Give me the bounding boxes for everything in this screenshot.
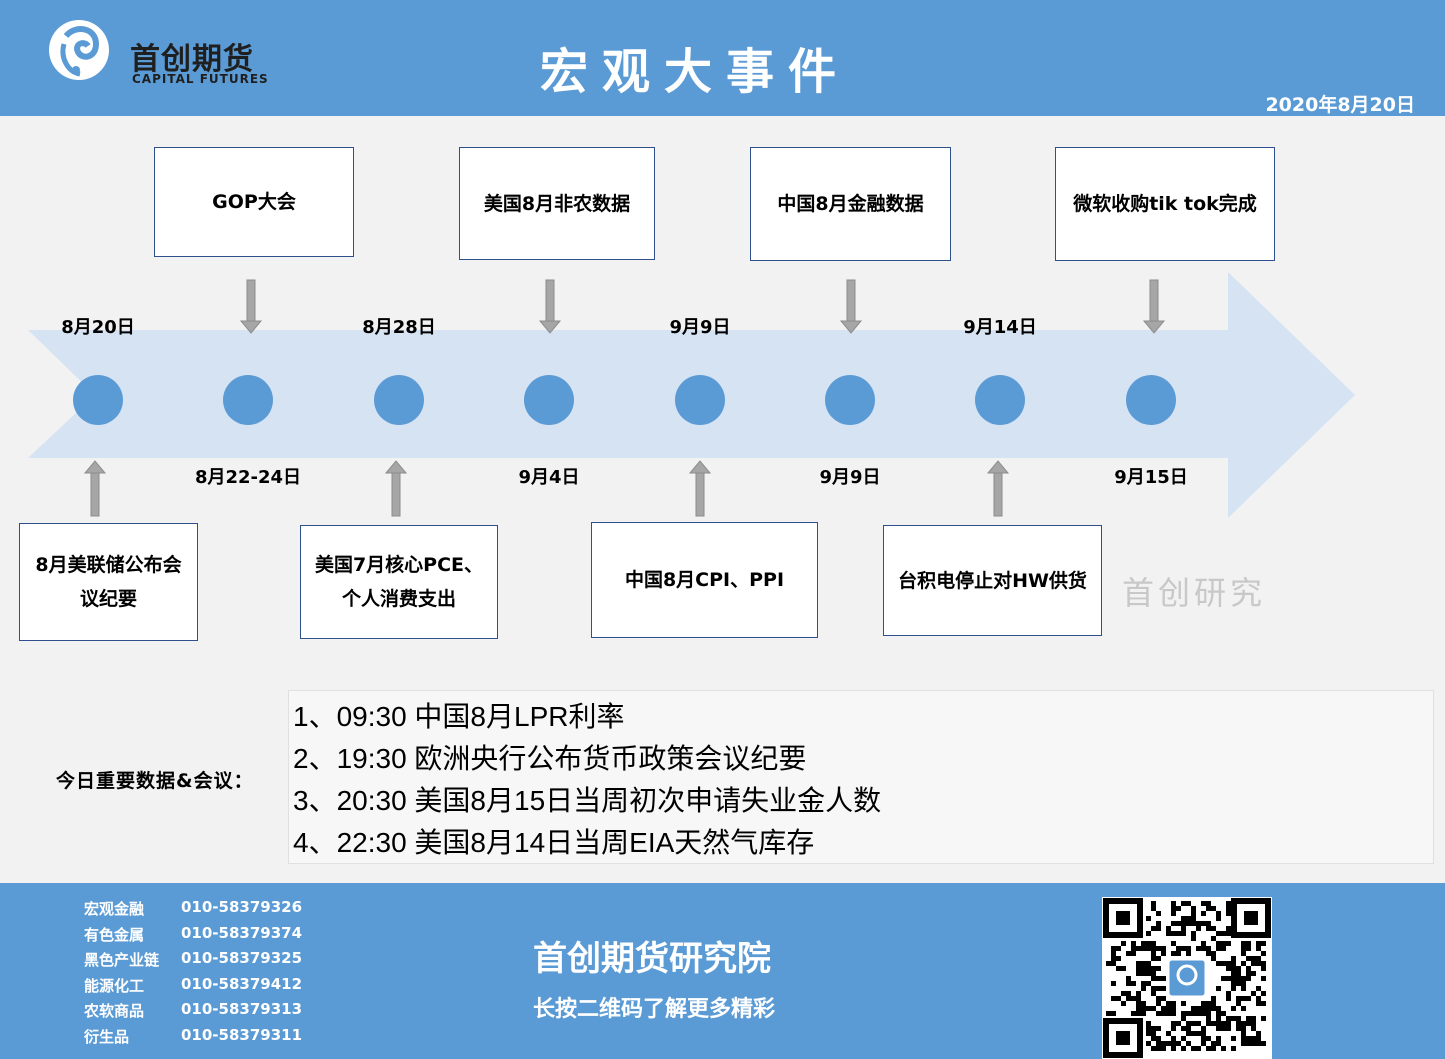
up-arrow-icon	[83, 460, 107, 517]
contact-row: 有色金属 010-58379374	[84, 924, 302, 945]
date-label-bottom-2: 9月4日	[518, 467, 580, 488]
date-label-bottom-3: 9月9日	[819, 467, 881, 488]
contact-dept: 黑色产业链	[84, 951, 160, 969]
date-label-top-2: 8月28日	[362, 317, 436, 338]
contact-dept: 农软商品	[84, 1002, 145, 1020]
up-arrow-icon	[688, 460, 712, 517]
event-box-top-4: 微软收购tik tok完成	[1055, 147, 1275, 261]
timeline-node	[675, 375, 725, 425]
event-box-bottom-1: 8月美联储公布会议纪要	[19, 523, 198, 641]
event-box-top-1: GOP大会	[154, 147, 354, 257]
event-box-top-2: 美国8月非农数据	[459, 147, 655, 260]
contact-phone: 010-58379412	[181, 975, 303, 993]
event-box-bottom-2: 美国7月核心PCE、个人消费支出	[300, 525, 498, 639]
contact-dept: 宏观金融	[84, 900, 145, 918]
timeline-node	[975, 375, 1025, 425]
contact-phone: 010-58379311	[181, 1026, 303, 1044]
event-box-top-3: 中国8月金融数据	[750, 147, 951, 261]
today-item-2: 2、19:30 欧洲央行公布货币政策会议纪要	[293, 743, 807, 774]
timeline-node	[1126, 375, 1176, 425]
contact-phone: 010-58379374	[181, 924, 303, 942]
today-item-1: 1、09:30 中国8月LPR利率	[293, 701, 625, 732]
contact-dept: 能源化工	[84, 977, 145, 995]
event-box-bottom-4: 台积电停止对HW供货	[883, 525, 1102, 636]
footer-banner: 宏观金融 010-58379326 有色金属 010-58379374 黑色产业…	[0, 883, 1445, 1059]
contact-row: 能源化工 010-58379412	[84, 975, 302, 996]
footer-title: 首创期货研究院	[533, 939, 771, 979]
date-label-top-4: 9月14日	[963, 317, 1037, 338]
down-arrow-icon	[1142, 279, 1166, 334]
today-item-3: 3、20:30 美国8月15日当周初次申请失业金人数	[293, 785, 882, 816]
timeline-node	[73, 375, 123, 425]
contact-row: 黑色产业链 010-58379325	[84, 949, 302, 970]
date-label-top-1: 8月20日	[61, 317, 135, 338]
contact-row: 衍生品 010-58379311	[84, 1026, 302, 1047]
timeline-node	[825, 375, 875, 425]
today-item-4: 4、22:30 美国8月14日当周EIA天然气库存	[293, 827, 815, 858]
contact-phone: 010-58379325	[181, 949, 303, 967]
event-box-bottom-3: 中国8月CPI、PPI	[591, 522, 818, 638]
up-arrow-icon	[986, 460, 1010, 517]
contact-dept: 有色金属	[84, 926, 145, 944]
timeline-node	[223, 375, 273, 425]
date-label-top-3: 9月9日	[669, 317, 731, 338]
contact-dept: 衍生品	[84, 1028, 130, 1046]
down-arrow-icon	[239, 279, 263, 334]
contact-phone: 010-58379326	[181, 898, 303, 916]
contact-row: 宏观金融 010-58379326	[84, 898, 302, 919]
up-arrow-icon	[384, 460, 408, 517]
contact-phone: 010-58379313	[181, 1000, 303, 1018]
date-label-bottom-1: 8月22-24日	[194, 467, 302, 488]
timeline-node	[374, 375, 424, 425]
down-arrow-icon	[538, 279, 562, 334]
qr-code-icon[interactable]	[1102, 897, 1272, 1059]
timeline-node	[524, 375, 574, 425]
date-label-bottom-4: 9月15日	[1114, 467, 1188, 488]
today-label: 今日重要数据&会议：	[56, 770, 254, 792]
down-arrow-icon	[839, 279, 863, 334]
watermark: 首创研究	[1122, 574, 1267, 612]
footer-subtitle: 长按二维码了解更多精彩	[533, 997, 776, 1022]
today-list: 1、09:30 中国8月LPR利率 2、19:30 欧洲央行公布货币政策会议纪要…	[288, 690, 1434, 864]
contact-row: 农软商品 010-58379313	[84, 1000, 302, 1021]
